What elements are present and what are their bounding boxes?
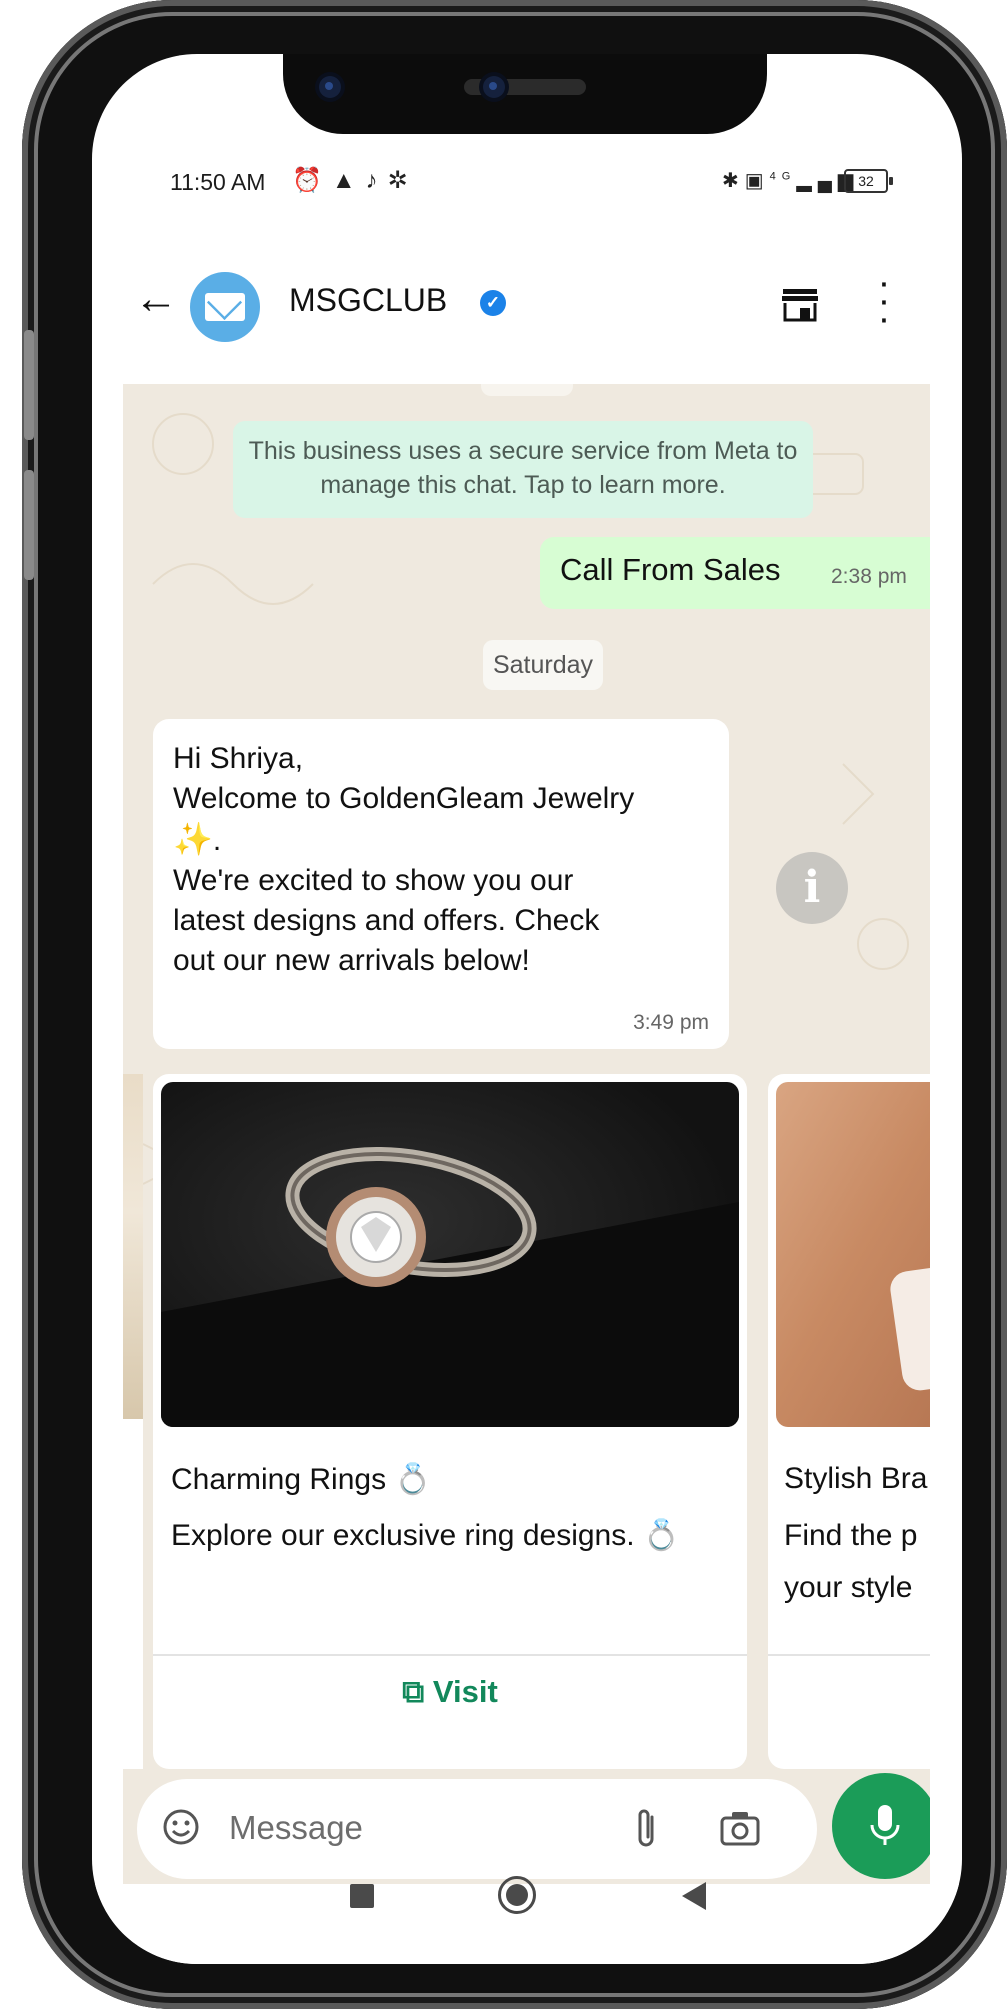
gear-icon: ✲ <box>387 167 418 194</box>
phone-screen: 11:50 AM ⏰▲♪✲ ✱▣4G▂▄▆ 32 ← MSGCLUB ✓ · ·… <box>92 54 962 1964</box>
attach-icon[interactable] <box>634 1805 660 1851</box>
previous-card-image[interactable] <box>123 1074 143 1419</box>
message-input[interactable]: Message <box>229 1809 363 1847</box>
alarm-icon: ⏰ <box>292 167 332 194</box>
front-camera-icon <box>319 76 341 98</box>
external-link-icon: ⧉ <box>402 1674 425 1709</box>
card-title: Stylish Bra <box>784 1462 928 1495</box>
scroll-pill <box>481 384 573 396</box>
hand-illustration <box>888 1261 930 1393</box>
message-composer[interactable]: Message <box>137 1779 817 1879</box>
message-line: out our new arrivals below! <box>173 944 530 977</box>
contact-name[interactable]: MSGCLUB <box>289 282 447 319</box>
shop-icon[interactable] <box>780 286 820 322</box>
card-description: Find the p your style <box>784 1519 918 1604</box>
info-icon[interactable]: i <box>776 852 848 924</box>
notch <box>283 54 767 134</box>
previous-card[interactable] <box>123 1419 143 1769</box>
message-line: latest designs and offers. Check <box>173 904 600 937</box>
date-separator: Saturday <box>483 640 603 690</box>
volume-up-button <box>24 330 34 440</box>
tiktok-icon: ♪ <box>365 167 388 194</box>
battery-indicator: 32 <box>844 169 893 193</box>
recents-button[interactable] <box>350 1884 374 1908</box>
back-button[interactable] <box>682 1882 706 1910</box>
incoming-message[interactable]: Hi Shriya, Welcome to GoldenGleam Jewelr… <box>153 719 729 1049</box>
back-arrow-icon[interactable]: ← <box>134 274 178 324</box>
message-line: We're excited to show you our <box>173 864 574 897</box>
security-notice[interactable]: This business uses a secure service from… <box>233 421 813 518</box>
ring-illustration <box>161 1146 739 1427</box>
card-title: Charming Rings 💍 <box>171 1463 432 1496</box>
voice-message-button[interactable] <box>832 1773 930 1879</box>
outgoing-message[interactable]: Call From Sales 2:38 pm ✓✓ <box>540 537 930 609</box>
ring-product-image[interactable] <box>161 1082 739 1427</box>
warning-icon: ▲ <box>331 167 366 194</box>
sparkles-icon: ✨ <box>173 821 213 857</box>
outgoing-message-time: 2:38 pm <box>831 565 907 588</box>
card-divider <box>768 1654 930 1656</box>
volume-down-button <box>24 470 34 580</box>
status-time: 11:50 AM <box>170 169 266 195</box>
message-line: ✨. <box>173 821 222 857</box>
status-bar: 11:50 AM ⏰▲♪✲ ✱▣4G▂▄▆ 32 <box>92 154 962 214</box>
system-navigation-bar <box>92 1876 962 1964</box>
avatar[interactable] <box>190 272 260 342</box>
visit-button[interactable]: ⧉ Visit <box>153 1674 747 1711</box>
volte-icon: ▣ <box>744 170 770 192</box>
carousel-card[interactable]: Charming Rings 💍 Explore our exclusive r… <box>153 1074 747 1769</box>
status-right-icons: ✱▣4G▂▄▆ <box>722 168 859 193</box>
next-carousel-card[interactable]: Stylish Bra Find the p your style <box>768 1074 930 1769</box>
microphone-icon <box>870 1805 900 1845</box>
more-options-icon[interactable]: · · · <box>874 264 894 338</box>
bluetooth-icon: ✱ <box>722 170 745 192</box>
status-left-icons: ⏰▲♪✲ <box>292 166 418 195</box>
sticker-icon[interactable] <box>161 1807 201 1847</box>
card-divider <box>153 1654 747 1656</box>
chat-header: ← MSGCLUB ✓ · · · <box>92 254 962 354</box>
camera-icon[interactable] <box>719 1809 761 1847</box>
envelope-icon <box>205 293 245 321</box>
verified-badge-icon: ✓ <box>480 290 506 316</box>
message-line: Hi Shriya, <box>173 742 304 775</box>
canvas: 11:50 AM ⏰▲♪✲ ✱▣4G▂▄▆ 32 ← MSGCLUB ✓ · ·… <box>0 0 1007 2009</box>
sensor-icon <box>483 76 505 98</box>
chat-area[interactable]: This business uses a secure service from… <box>123 384 930 1919</box>
incoming-message-time: 3:49 pm <box>633 1011 709 1034</box>
message-line: Welcome to GoldenGleam Jewelry <box>173 782 635 815</box>
bracelet-product-image[interactable] <box>776 1082 930 1427</box>
home-button[interactable] <box>498 1876 536 1914</box>
outgoing-message-text: Call From Sales <box>560 552 781 587</box>
card-description: Explore our exclusive ring designs. 💍 <box>171 1519 681 1552</box>
